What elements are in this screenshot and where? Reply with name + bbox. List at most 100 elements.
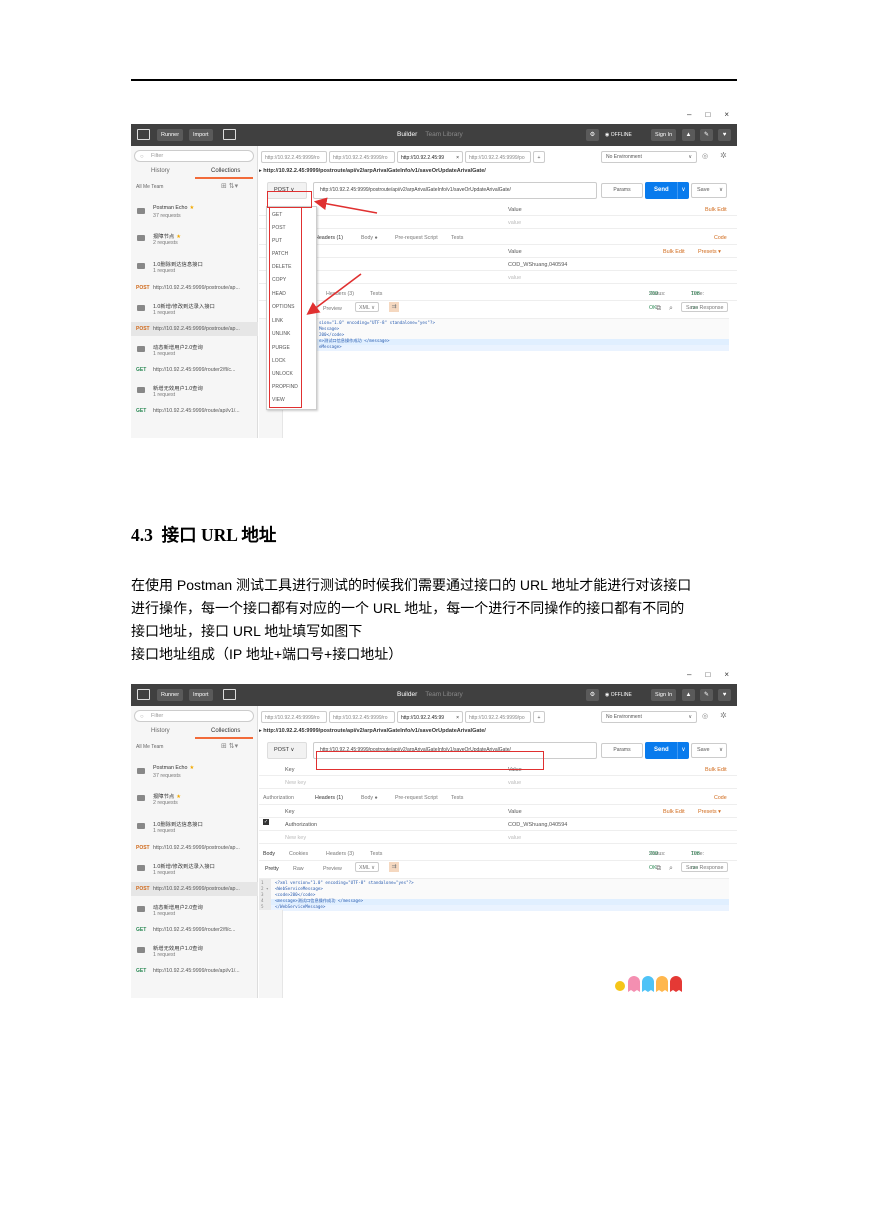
request-method: GET [136, 927, 147, 933]
folder-icon [137, 947, 145, 953]
paragraph-line: 接口地址组成（IP 地址+端口号+接口地址） [131, 646, 403, 662]
new-collection-icon[interactable]: ⊞ ⇅▾ [221, 742, 238, 750]
environment-select[interactable]: No Environment ∨ [601, 711, 697, 723]
send-button[interactable]: Send ∨ [645, 742, 689, 759]
tab-pre-request-script[interactable]: Pre-request Script [395, 791, 438, 805]
bulk-edit-link[interactable]: Bulk Edit [663, 806, 685, 818]
request-item-selected[interactable]: POST http://10.92.2.45:9999/postroute/ap… [131, 882, 258, 896]
collection-item[interactable]: 报障节点 ★ 2 requests [131, 786, 258, 813]
owner-filter[interactable]: All Me Team [136, 744, 163, 750]
wrench-icon[interactable]: ✎ [700, 689, 713, 701]
header-key[interactable]: Authorization [285, 819, 317, 831]
screenshot-url-input: – □ × Runner Import Builder Team Library … [131, 670, 737, 998]
filter-placeholder: Filter [151, 713, 164, 719]
new-window-icon[interactable] [223, 689, 236, 700]
team-library-tab[interactable]: Team Library [425, 691, 463, 698]
key-placeholder[interactable]: New key [285, 777, 306, 789]
sign-in-button[interactable]: Sign In [651, 689, 677, 701]
request-item[interactable]: GET http://10.92.2.45:9999/route/api/v1/… [131, 964, 258, 978]
params-new-row: New key value [259, 777, 737, 789]
tab-collections[interactable]: Collections [211, 728, 240, 734]
response-view-row: Pretty Raw Preview XML ∨ ⇉ ⧉ ⌕ Save Resp… [259, 862, 737, 876]
request-tab[interactable]: http://10.92.2.45:9999/ro [329, 711, 395, 723]
line-number: 3 [261, 892, 264, 897]
request-item[interactable]: POST http://10.92.2.45:9999/postroute/ap… [131, 841, 258, 855]
save-response-button[interactable]: Save Response [681, 862, 729, 872]
copy-icon[interactable]: ⧉ [656, 862, 661, 876]
request-tab-active[interactable]: http://10.92.2.45:99 × [397, 711, 463, 723]
builder-tab[interactable]: Builder [397, 691, 417, 698]
tab-response-body[interactable]: Body [263, 847, 275, 861]
builder-switch[interactable]: Builder Team Library [397, 691, 463, 698]
request-tab[interactable]: http://10.92.2.45:9999/ro [261, 711, 327, 723]
close-tab-icon[interactable]: × [456, 712, 459, 722]
method-select[interactable]: POST ∨ [267, 742, 307, 759]
save-label: Save [697, 747, 710, 753]
collection-item[interactable]: 1.0删除到达信息接口 1 request [131, 814, 258, 841]
preview-button[interactable]: Preview [323, 862, 342, 876]
tab-tests[interactable]: Tests [451, 791, 463, 805]
request-method: GET [136, 968, 147, 974]
tab-authorization[interactable]: Authorization [263, 791, 294, 805]
sync-icon[interactable]: ⚙ [586, 689, 599, 701]
method-label: POST [274, 747, 289, 753]
format-select[interactable]: XML ∨ [355, 862, 380, 872]
ghost-icon [642, 976, 654, 992]
value-placeholder[interactable]: value [508, 777, 521, 789]
tab-response-tests[interactable]: Tests [370, 847, 382, 861]
eye-icon[interactable]: ◎ [702, 712, 708, 720]
runner-button[interactable]: Runner [157, 689, 184, 701]
new-tab-button[interactable]: + [533, 711, 545, 723]
search-icon[interactable]: ⌕ [669, 862, 673, 876]
star-icon: ★ [189, 765, 195, 771]
chevron-down-icon: ∨ [290, 747, 295, 753]
line-number: 4 [261, 898, 264, 903]
section-heading: 4.3 接口 URL 地址 [131, 522, 276, 547]
minimize-button[interactable]: – [687, 670, 691, 684]
collection-item[interactable]: 新增无效用户1.0查询 1 request [131, 938, 258, 965]
send-label: Send [654, 747, 669, 753]
chevron-down-icon: ∨ [718, 747, 723, 753]
collection-item[interactable]: 1.0新增/修改到达录入接口 1 request [131, 856, 258, 883]
params-button[interactable]: Params [601, 743, 643, 758]
wrap-icon[interactable]: ⇉ [389, 862, 399, 872]
request-tab[interactable]: http://10.92.2.45:9999/po [465, 711, 531, 723]
header-value[interactable]: COD_WShuang,040594 [508, 819, 567, 831]
import-button[interactable]: Import [189, 689, 213, 701]
raw-button[interactable]: Raw [293, 862, 304, 876]
maximize-button[interactable]: □ [705, 670, 710, 684]
response-body[interactable]: 1 <?xml version="1.0" encoding="UTF-8" s… [259, 878, 729, 911]
search-icon: ○ [140, 714, 144, 720]
save-button[interactable]: Save ∨ [691, 743, 727, 758]
pretty-button[interactable]: Pretty [265, 862, 279, 876]
chevron-down-icon[interactable]: ∨ [677, 742, 689, 759]
value-placeholder[interactable]: value [508, 832, 521, 844]
request-item[interactable]: GET http://10.92.2.45:9999/router2/fl/c.… [131, 923, 258, 937]
filter-input[interactable]: ○ Filter [134, 710, 254, 722]
current-line-highlight [271, 905, 729, 911]
collection-item[interactable]: Postman Echo ★ 37 requests [131, 759, 258, 786]
bulk-edit-link[interactable]: Bulk Edit [705, 764, 727, 776]
heart-icon[interactable]: ♥ [718, 689, 731, 701]
line-number: 2 ▾ [261, 886, 269, 891]
folder-icon [137, 906, 145, 912]
tab-response-headers[interactable]: Headers (3) [326, 847, 354, 861]
sidebar-toggle-icon[interactable] [137, 689, 150, 700]
code-link[interactable]: Code [714, 791, 727, 805]
request-title-text: http://10.92.2.45:9999/postroute/api/v2/… [263, 728, 486, 734]
key-placeholder[interactable]: New key [285, 832, 306, 844]
line-number: 1 [261, 880, 264, 885]
header-enabled-checkbox[interactable]: ✓ [263, 819, 269, 825]
tab-history[interactable]: History [151, 728, 170, 734]
section-number: 4.3 [131, 525, 153, 545]
close-button[interactable]: × [724, 670, 729, 684]
presets-dropdown[interactable]: Presets ▾ [698, 806, 721, 818]
tab-body[interactable]: Body ● [361, 791, 378, 805]
tab-response-cookies[interactable]: Cookies [289, 847, 308, 861]
gear-icon[interactable]: ✲ [720, 711, 727, 720]
sidebar: ○ Filter History Collections All Me Team … [131, 706, 258, 998]
bell-icon[interactable]: ▲ [682, 689, 695, 701]
tab-headers[interactable]: Headers (1) [315, 791, 343, 805]
active-tab-underline [195, 737, 253, 739]
collection-item[interactable]: 动态新增用户2.0查询 1 request [131, 897, 258, 924]
